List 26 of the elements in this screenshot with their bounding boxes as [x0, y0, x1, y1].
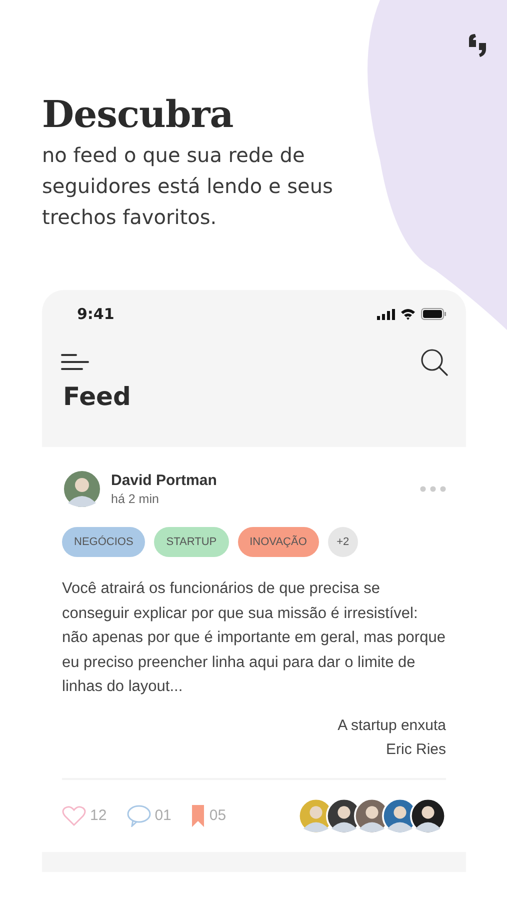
book-author: Eric Ries — [386, 740, 446, 760]
more-icon[interactable] — [420, 486, 446, 492]
comment-icon[interactable] — [126, 804, 151, 826]
tag[interactable]: +2 — [328, 527, 358, 557]
intro-subtitle: no feed o que sua rede de seguidores está lendo e seus trechos favoritos. — [42, 142, 334, 231]
signal-icon — [377, 308, 395, 320]
status-time: 9:41 — [77, 305, 114, 323]
menu-icon[interactable] — [61, 353, 89, 371]
post-time: há 2 min — [111, 492, 160, 506]
bookmark-icon[interactable] — [191, 804, 206, 826]
tag[interactable]: INOVAÇÃO — [238, 527, 319, 557]
heart-icon[interactable] — [62, 804, 86, 826]
wifi-icon — [400, 308, 416, 320]
tag[interactable]: STARTUP — [154, 527, 229, 557]
quote-icon — [467, 33, 489, 59]
save-count: 05 — [209, 807, 226, 824]
comment-count: 01 — [154, 807, 172, 824]
search-icon[interactable] — [420, 348, 448, 376]
intro-title: Descubra — [42, 92, 234, 136]
post-text: Você atrairá os funcionários de que precisa se conseguir explicar por que sua missão é irresistível: não apenas por que é importante em geral, mas porque eu preciso preencher linha aqui para dar o limite de linhas do layout... — [62, 579, 446, 697]
tag[interactable]: NEGÓCIOS — [62, 527, 146, 557]
author-name: David Portman — [111, 472, 218, 489]
like-count: 12 — [90, 807, 107, 824]
book-title: A startup enxuta — [338, 716, 446, 736]
battery-icon — [421, 308, 446, 320]
screen-title: Feed — [63, 382, 132, 411]
